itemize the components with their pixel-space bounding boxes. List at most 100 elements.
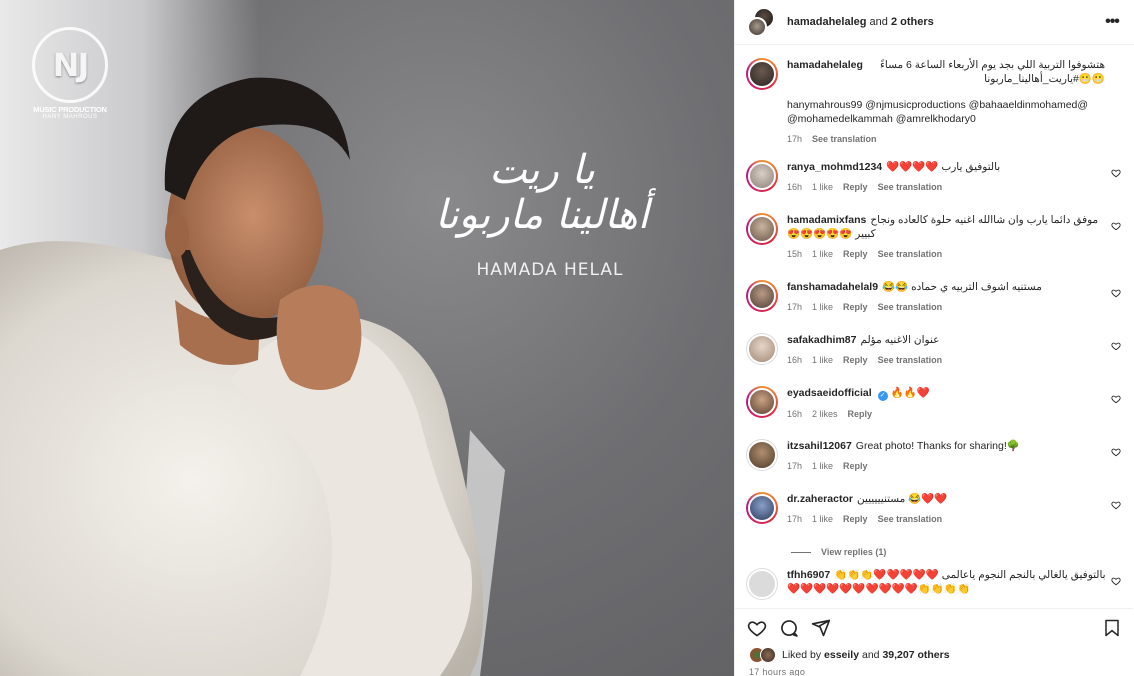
caption-avatar[interactable] (746, 58, 778, 90)
caption-text-block: hamadahelaleg هتشوفوا التربية اللي بجد ي… (787, 58, 1105, 86)
caption-text: هتشوفوا التربية اللي بجد يوم الأربعاء ال… (879, 59, 1105, 85)
comment-avatar[interactable] (746, 439, 778, 471)
reply-button[interactable]: Reply (843, 302, 868, 312)
post-image[interactable]: NJ MUSIC PRODUCTION HANY MAHROUS يا ريت … (0, 0, 734, 676)
author-username[interactable]: hamadahelaleg (787, 16, 866, 28)
comment-likes[interactable]: 1 like (812, 182, 833, 192)
comment-item: tfhh6907 بالتوفيق يالغالي بالنجم النجوم ي… (735, 568, 1133, 608)
and-text: and (859, 649, 883, 661)
comment-text-line: safakadhim87 عنوان الاغنيه مؤلم (787, 333, 1105, 347)
view-replies-label: View replies (1) (821, 547, 887, 557)
view-replies-button[interactable]: View replies (1) (735, 536, 1133, 568)
see-translation-button[interactable]: See translation (878, 514, 943, 524)
comment-meta: 15h 1 like Reply See translation (787, 249, 1105, 259)
post-timestamp[interactable]: 17 hours ago (735, 663, 1133, 676)
see-translation-button[interactable]: See translation (878, 302, 943, 312)
comment-username[interactable]: itzsahil12067 (787, 440, 852, 452)
like-heart-icon[interactable] (1111, 500, 1121, 510)
comment-avatar[interactable] (746, 333, 778, 365)
comment-avatar[interactable] (746, 213, 778, 245)
reply-button[interactable]: Reply (848, 409, 873, 419)
comment-username[interactable]: ranya_mohmd1234 (787, 161, 882, 173)
reply-button[interactable]: Reply (843, 182, 868, 192)
comment-meta: 17h 1 like Reply (787, 461, 1105, 471)
comment-username[interactable]: safakadhim87 (787, 334, 856, 346)
post-author[interactable]: hamadahelaleg and 2 others (787, 16, 1102, 28)
comment-time[interactable]: 17h (787, 461, 802, 471)
comment-item: hamadamixfans موفق دائما يارب وان شاالله … (735, 213, 1133, 280)
comment-text: بالتوفيق يارب ❤️❤️❤️❤️ (886, 161, 1001, 173)
like-icon[interactable] (747, 618, 767, 638)
comment-username[interactable]: tfhh6907 (787, 569, 830, 581)
song-title-line2: أهالينا ماربونا (435, 192, 649, 238)
comment-meta: 17h 1 like Reply See translation (787, 514, 1105, 524)
comment-username[interactable]: dr.zaheractor (787, 493, 853, 505)
comment-item: ranya_mohmd1234 بالتوفيق يارب ❤️❤️❤️❤️ 16… (735, 160, 1133, 213)
comment-time[interactable]: 16h (787, 182, 802, 192)
like-heart-icon[interactable] (1111, 394, 1121, 404)
comment-avatar[interactable] (746, 160, 778, 192)
comment-text: ❤️❤️😂 مستنيييييين (856, 493, 948, 505)
comment-time[interactable]: 17h (787, 302, 802, 312)
reply-button[interactable]: Reply (843, 249, 868, 259)
comment-item: safakadhim87 عنوان الاغنيه مؤلم 16h 1 like… (735, 333, 1133, 386)
like-heart-icon[interactable] (1111, 221, 1121, 231)
caption-username[interactable]: hamadahelaleg (787, 58, 863, 72)
comment-likes[interactable]: 1 like (812, 461, 833, 471)
likes-count[interactable]: 39,207 others (882, 649, 949, 661)
like-heart-icon[interactable] (1111, 576, 1121, 586)
artist-photo (0, 77, 505, 676)
share-icon[interactable] (811, 618, 831, 638)
liked-by-text: Liked by (782, 649, 825, 661)
comment-avatar[interactable] (746, 386, 778, 418)
caption-mentions[interactable]: hanymahrous99 @njmusicproductions @bahaa… (787, 98, 1105, 126)
see-translation-button[interactable]: See translation (878, 355, 943, 365)
comment-username[interactable]: hamadamixfans (787, 214, 866, 226)
bookmark-icon[interactable] (1103, 619, 1121, 637)
comment-username[interactable]: eyadsaeidofficial (787, 387, 872, 399)
comment-text: مستنيه اشوف التربيه ي حماده 😂😂 (882, 281, 1042, 293)
comment-meta: 17h 1 like Reply See translation (787, 302, 1105, 312)
caption: hamadahelaleg هتشوفوا التربية اللي بجد ي… (735, 46, 1133, 160)
collab-avatars[interactable] (747, 7, 777, 37)
comment-item: fanshamadahelal9 مستنيه اشوف التربيه ي حم… (735, 280, 1133, 333)
comment-avatar[interactable] (746, 568, 778, 600)
see-translation-button[interactable]: See translation (878, 182, 943, 192)
comments-list[interactable]: hamadahelaleg هتشوفوا التربية اللي بجد ي… (735, 46, 1133, 608)
comment-username[interactable]: fanshamadahelal9 (787, 281, 878, 293)
like-heart-icon[interactable] (1111, 341, 1121, 351)
comment-time[interactable]: 16h (787, 409, 802, 419)
comment-avatar[interactable] (746, 492, 778, 524)
comment-likes[interactable]: 1 like (812, 355, 833, 365)
comment-icon[interactable] (779, 618, 799, 638)
like-heart-icon[interactable] (1111, 168, 1121, 178)
comment-text-line: dr.zaheractor ❤️❤️😂 مستنيييييين (787, 492, 1105, 506)
like-heart-icon[interactable] (1111, 447, 1121, 457)
comment-avatar[interactable] (746, 280, 778, 312)
avatar[interactable] (747, 17, 767, 37)
comment-time[interactable]: 15h (787, 249, 802, 259)
reply-button[interactable]: Reply (843, 355, 868, 365)
comment-likes[interactable]: 1 like (812, 514, 833, 524)
comment-text: بالتوفيق يالغالي بالنجم النجوم ياعالمى ❤… (787, 569, 1106, 595)
comment-likes[interactable]: 1 like (812, 249, 833, 259)
others-link[interactable]: 2 others (891, 16, 934, 28)
comment-time[interactable]: 17h (787, 514, 802, 524)
see-translation-button[interactable]: See translation (812, 134, 877, 144)
comment-meta: 16h 1 like Reply See translation (787, 355, 1105, 365)
comment-time[interactable]: 16h (787, 355, 802, 365)
like-heart-icon[interactable] (1111, 288, 1121, 298)
liker-avatars[interactable] (749, 647, 776, 663)
more-horizontal-icon[interactable]: ••• (1102, 13, 1122, 31)
logo-initials: NJ (32, 27, 108, 103)
reply-button[interactable]: Reply (843, 461, 868, 471)
caption-time[interactable]: 17h (787, 134, 802, 144)
see-translation-button[interactable]: See translation (878, 249, 943, 259)
comment-meta: 16h 1 like Reply See translation (787, 182, 1105, 192)
comment-text: عنوان الاغنيه مؤلم (860, 334, 940, 346)
comment-likes[interactable]: 1 like (812, 302, 833, 312)
liker-username[interactable]: esseily (824, 649, 859, 661)
reply-button[interactable]: Reply (843, 514, 868, 524)
comment-text: 🔥🔥❤️ (890, 387, 930, 399)
comment-likes[interactable]: 2 likes (812, 409, 838, 419)
